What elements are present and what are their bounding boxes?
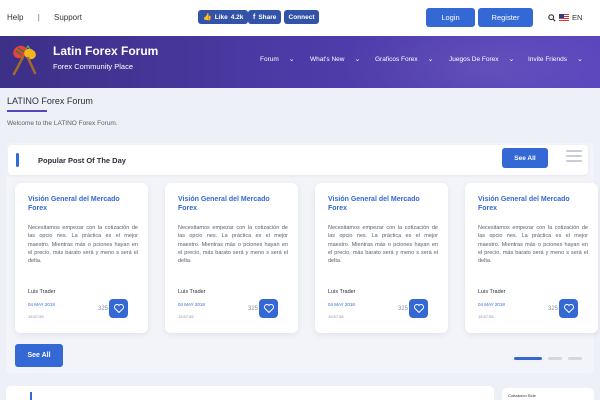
post-author[interactable]: Luis Trader [28, 289, 56, 295]
post-author[interactable]: Luis Trader [478, 289, 506, 295]
like-button[interactable] [259, 299, 278, 318]
chevron-down-icon: ⌄ [577, 56, 583, 63]
post-excerpt: Necesitamos empezar con la cotización de… [28, 225, 138, 265]
popular-title: Popular Post Of The Day [38, 156, 126, 165]
hamburger-menu-icon[interactable] [566, 150, 582, 164]
post-date: 04 MAY 2018 [28, 302, 55, 307]
heart-icon [113, 304, 124, 313]
like-count: 325 [548, 306, 559, 312]
post-title[interactable]: Visión General del Mercado Forex [28, 195, 138, 213]
post-title[interactable]: Visión General del Mercado Forex [178, 195, 288, 213]
page-title: LATINO Forex Forum [7, 96, 93, 106]
post-date: 04 MAY 2018 [178, 302, 205, 307]
carousel-dots [514, 357, 588, 360]
help-link[interactable]: Help [7, 13, 23, 22]
nav-label: Forum [260, 55, 279, 63]
heart-icon [563, 304, 574, 313]
next-section [6, 386, 494, 400]
header-accent [16, 153, 19, 167]
like-count: 325 [248, 306, 259, 312]
nav-label: Juegos De Forex [449, 55, 499, 63]
title-underline [7, 110, 47, 112]
like-button[interactable] [409, 299, 428, 318]
nav-item-forum[interactable]: Forum ⌄ [260, 55, 295, 64]
carousel-dot[interactable] [548, 357, 562, 360]
site-title[interactable]: Latin Forex Forum [53, 44, 158, 58]
top-links: Help | Support [7, 13, 82, 22]
post-title[interactable]: Visión General del Mercado Forex [328, 195, 438, 213]
facebook-like-button[interactable]: 👍 Like 4.2k [198, 10, 249, 24]
nav-label: Graficos Forex [375, 55, 418, 63]
post-card[interactable]: Visión General del Mercado Forex Necesit… [15, 183, 148, 333]
like-count: 4.2k [230, 13, 244, 21]
nav-label: Invite Friends [528, 55, 568, 63]
language-selector[interactable]: EN [548, 13, 582, 22]
carousel-dot[interactable] [568, 357, 582, 360]
side-widget-label: Cotizacion Side [508, 393, 536, 398]
facebook-share-button[interactable]: f Share [248, 10, 282, 24]
nav-item-juegos-de-forex[interactable]: Juegos De Forex ⌄ [449, 55, 515, 64]
top-bar: Help | Support 👍 Like 4.2k f Share Conne… [0, 0, 600, 36]
facebook-icon: f [253, 13, 256, 21]
nav-label: What's New [310, 55, 345, 63]
popular-header: Popular Post Of The Day [8, 145, 588, 175]
post-time: 15:57:55 [178, 314, 194, 319]
share-label: Share [258, 13, 277, 21]
see-all-button[interactable]: See All [502, 148, 548, 168]
like-button[interactable] [109, 299, 128, 318]
post-time: 15:57:55 [28, 314, 44, 319]
nav-item-invite-friends[interactable]: Invite Friends ⌄ [528, 55, 583, 64]
nav-item-graficos-forex[interactable]: Graficos Forex ⌄ [375, 55, 434, 64]
top-separator: | [37, 13, 40, 22]
like-button[interactable] [559, 299, 578, 318]
post-card[interactable]: Visión General del Mercado Forex Necesit… [465, 183, 598, 333]
support-link[interactable]: Support [54, 13, 82, 22]
post-time: 15:57:55 [478, 314, 494, 319]
post-time: 15:57:55 [328, 314, 344, 319]
see-all-bottom-button[interactable]: See All [15, 344, 63, 367]
connect-button[interactable]: Connect [284, 10, 319, 24]
nav-item-whats-new[interactable]: What's New ⌄ [310, 55, 361, 64]
chevron-down-icon: ⌄ [427, 56, 434, 63]
post-date: 04 MAY 2018 [328, 302, 355, 307]
carousel-dot-active[interactable] [514, 357, 542, 360]
us-flag-icon [559, 14, 569, 21]
chevron-down-icon: ⌄ [288, 56, 295, 63]
login-button[interactable]: Login [426, 8, 475, 27]
heart-icon [413, 304, 424, 313]
like-count: 325 [98, 306, 109, 312]
post-excerpt: Necesitamos empezar con la cotización de… [478, 225, 588, 265]
post-excerpt: Necesitamos empezar con la cotización de… [178, 225, 288, 265]
connect-label: Connect [288, 13, 315, 21]
post-author[interactable]: Luis Trader [328, 289, 356, 295]
section-accent [30, 392, 32, 400]
site-banner: Latin Forex Forum Forex Community Place … [0, 36, 600, 88]
chevron-down-icon: ⌄ [508, 56, 515, 63]
welcome-text: Welcome to the LATINO Forex Forum. [7, 120, 118, 127]
maracas-logo[interactable] [8, 42, 40, 78]
chevron-down-icon: ⌄ [354, 56, 361, 63]
thumbs-up-icon: 👍 [203, 14, 212, 21]
post-card[interactable]: Visión General del Mercado Forex Necesit… [315, 183, 448, 333]
register-button[interactable]: Register [478, 8, 533, 27]
post-card[interactable]: Visión General del Mercado Forex Necesit… [165, 183, 298, 333]
post-author[interactable]: Luis Trader [178, 289, 206, 295]
post-date: 04 MAY 2018 [478, 302, 505, 307]
post-excerpt: Necesitamos empezar con la cotización de… [328, 225, 438, 265]
like-count: 325 [398, 306, 409, 312]
site-subtitle: Forex Community Place [53, 62, 134, 71]
post-title[interactable]: Visión General del Mercado Forex [478, 195, 588, 213]
language-code: EN [572, 13, 583, 22]
heart-icon [263, 304, 274, 313]
like-label: Like [214, 13, 228, 21]
search-icon[interactable] [548, 13, 556, 22]
